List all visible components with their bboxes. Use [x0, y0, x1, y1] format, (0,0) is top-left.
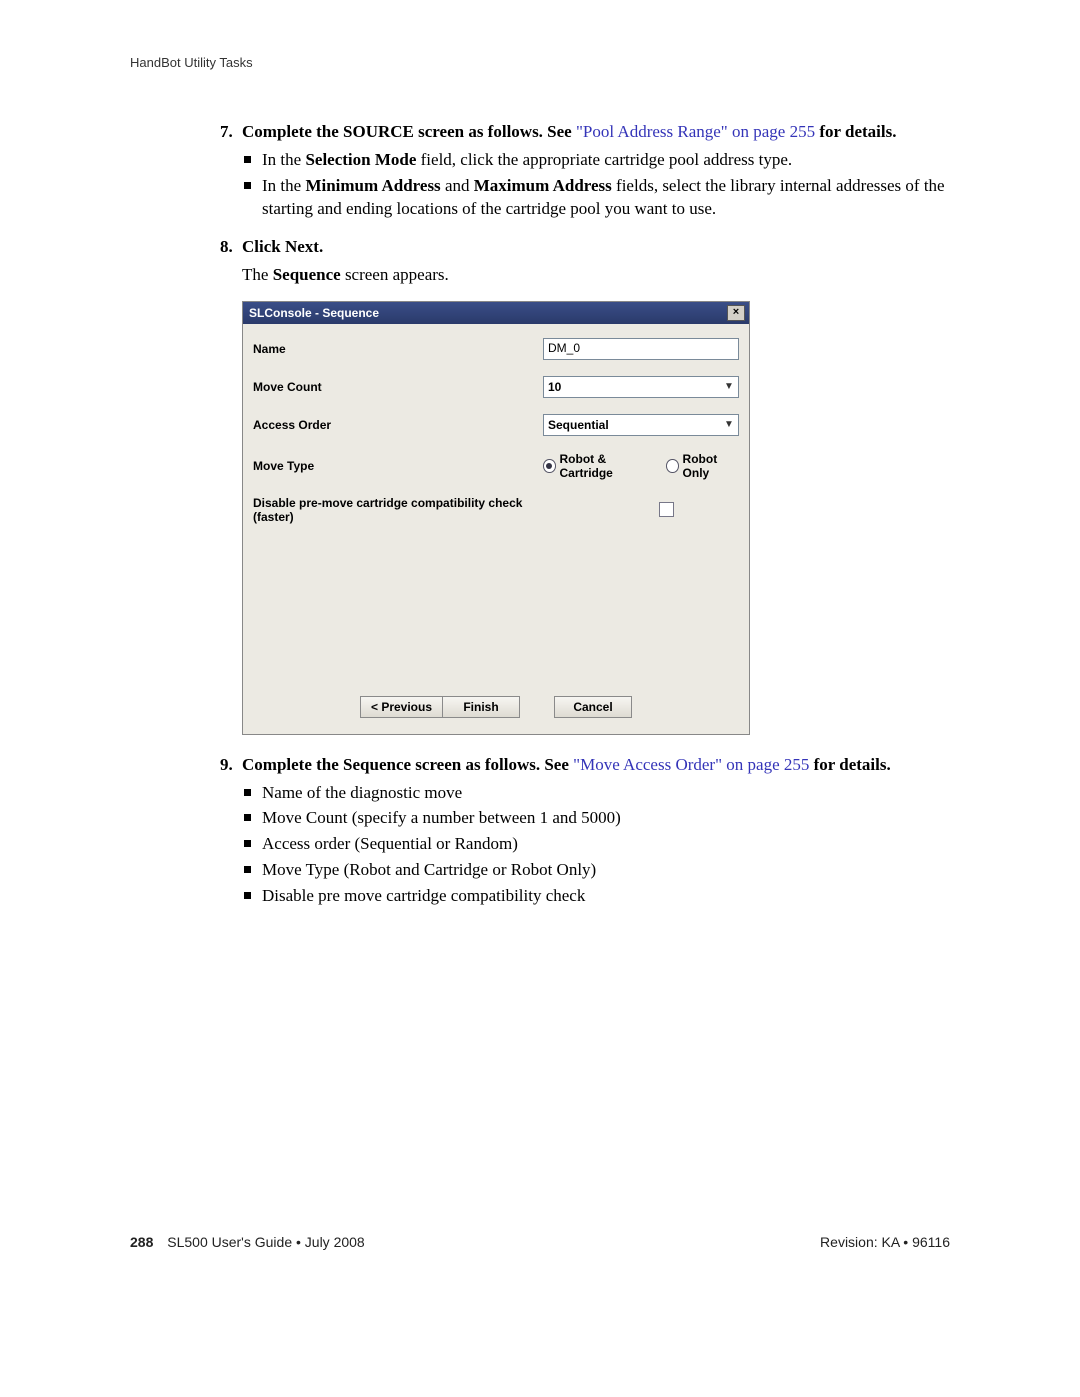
- step-7: 7. Complete the SOURCE screen as follows…: [220, 120, 950, 221]
- pool-address-range-link[interactable]: "Pool Address Range" on page 255: [576, 122, 815, 141]
- page-number: 288: [130, 1234, 153, 1250]
- dialog-title: SLConsole - Sequence: [249, 306, 379, 320]
- robot-cartridge-radio[interactable]: Robot & Cartridge: [543, 452, 650, 480]
- step-number: 8.: [220, 235, 242, 259]
- disable-checkbox[interactable]: [659, 502, 674, 517]
- access-order-label: Access Order: [253, 418, 543, 432]
- list-item: Move Type (Robot and Cartridge or Robot …: [242, 858, 950, 882]
- move-type-label: Move Type: [253, 459, 543, 473]
- page-footer: 288 SL500 User's Guide • July 2008 Revis…: [130, 1234, 950, 1250]
- move-count-combo[interactable]: 10 ▼: [543, 376, 739, 398]
- dialog-titlebar: SLConsole - Sequence ×: [243, 302, 749, 324]
- chevron-down-icon: ▼: [720, 381, 738, 392]
- access-order-combo[interactable]: Sequential ▼: [543, 414, 739, 436]
- step-number: 7.: [220, 120, 242, 144]
- step9-lead: Complete the Sequence screen as follows.…: [242, 755, 573, 774]
- step9-trail: for details.: [809, 755, 890, 774]
- disable-check-label: Disable pre-move cartridge compatibility…: [253, 496, 543, 524]
- step7-lead: Complete the SOURCE screen as follows. S…: [242, 122, 576, 141]
- footer-right: Revision: KA • 96116: [820, 1234, 950, 1250]
- list-item: Move Count (specify a number between 1 a…: [242, 806, 950, 830]
- cancel-button[interactable]: Cancel: [554, 696, 632, 718]
- finish-button[interactable]: Finish: [442, 696, 520, 718]
- list-item: In the Selection Mode field, click the a…: [242, 148, 950, 172]
- page-header: HandBot Utility Tasks: [130, 55, 950, 70]
- step-8: 8. Click Next. The Sequence screen appea…: [220, 235, 950, 735]
- chevron-down-icon: ▼: [720, 419, 738, 430]
- step-9: 9. Complete the Sequence screen as follo…: [220, 753, 950, 908]
- step7-trail: for details.: [815, 122, 896, 141]
- step-number: 9.: [220, 753, 242, 777]
- list-item: Access order (Sequential or Random): [242, 832, 950, 856]
- step8-body: The Sequence screen appears.: [242, 263, 950, 287]
- robot-only-radio[interactable]: Robot Only: [666, 452, 739, 480]
- previous-button[interactable]: < Previous: [360, 696, 443, 718]
- radio-icon: [543, 459, 556, 473]
- step8-head: Click Next.: [242, 235, 950, 259]
- radio-icon: [666, 459, 678, 473]
- sequence-dialog: SLConsole - Sequence × Name DM_0 Move Co…: [242, 301, 750, 735]
- list-item: In the Minimum Address and Maximum Addre…: [242, 174, 950, 222]
- list-item: Name of the diagnostic move: [242, 781, 950, 805]
- name-input[interactable]: DM_0: [543, 338, 739, 360]
- list-item: Disable pre move cartridge compatibility…: [242, 884, 950, 908]
- name-label: Name: [253, 342, 543, 356]
- move-count-label: Move Count: [253, 380, 543, 394]
- close-button[interactable]: ×: [727, 305, 745, 321]
- footer-left: SL500 User's Guide • July 2008: [167, 1234, 364, 1250]
- move-access-order-link[interactable]: "Move Access Order" on page 255: [573, 755, 809, 774]
